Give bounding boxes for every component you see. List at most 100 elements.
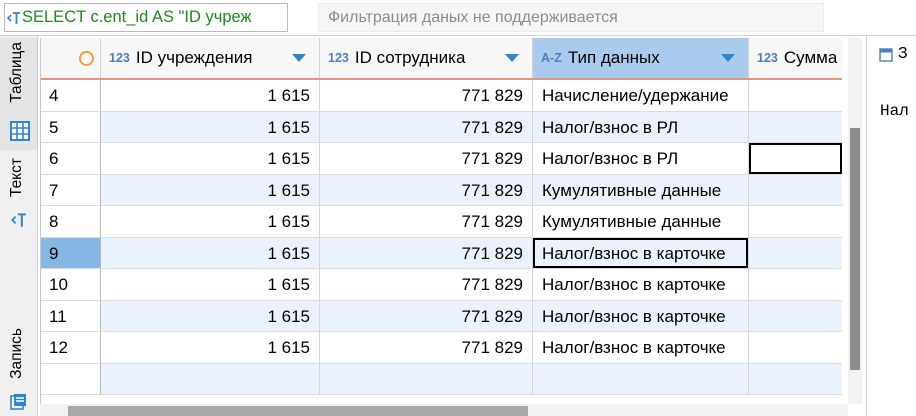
cell-sum[interactable] (749, 332, 842, 364)
cell-employee-id[interactable]: 771 829 (320, 143, 533, 175)
result-grid: 123 ID учреждения 123 ID сотрудника A-Z … (40, 38, 842, 404)
row-number-cell[interactable]: 6 (41, 143, 101, 175)
empty-row (41, 363, 842, 395)
cell-employee-id[interactable]: 771 829 (320, 80, 533, 112)
cell-data-type[interactable]: Налог/взнос в карточке (533, 300, 749, 332)
cell-institution-id[interactable]: 1 615 (101, 300, 320, 332)
window-icon (879, 48, 893, 62)
empty-cell (101, 363, 320, 395)
type-badge: 123 (328, 51, 349, 65)
cell-data-type[interactable]: Налог/взнос в карточке (533, 269, 749, 301)
value-panel: З Нал (866, 36, 916, 416)
cell-employee-id[interactable]: 771 829 (320, 332, 533, 364)
row-number-cell[interactable]: 9 (41, 237, 101, 269)
circle-icon (79, 51, 94, 66)
column-header-institution-id[interactable]: 123 ID учреждения (101, 38, 320, 78)
cell-data-type[interactable]: Кумулятивные данные (533, 206, 749, 238)
row-number-cell[interactable]: 10 (41, 269, 101, 301)
row-number-cell[interactable]: 5 (41, 111, 101, 143)
cell-sum[interactable] (749, 112, 842, 143)
cell-data-type[interactable]: Кумулятивные данные (533, 174, 749, 206)
cell-employee-id[interactable]: 771 829 (320, 269, 533, 301)
row-number-cell[interactable]: 12 (41, 332, 101, 364)
cell-institution-id[interactable]: 1 615 (101, 237, 320, 269)
tab-text-label[interactable]: Текст (8, 158, 26, 197)
query-text: SELECT c.ent_id AS "ID учреж (22, 8, 252, 26)
type-badge: A-Z (541, 51, 562, 65)
table-row[interactable]: 71 615 771 829 Кумулятивные данные (41, 174, 842, 206)
triangle-down-icon[interactable] (292, 54, 306, 62)
cell-institution-id[interactable]: 1 615 (101, 206, 320, 238)
vertical-scroll-thumb[interactable] (850, 128, 860, 370)
cell-institution-id[interactable]: 1 615 (101, 80, 320, 112)
column-label: ID сотрудника (354, 48, 466, 67)
empty-cell (749, 364, 842, 395)
table-row[interactable]: 61 615 771 829 Налог/взнос в РЛ (41, 143, 842, 175)
cell-data-type[interactable]: Налог/взнос в карточке (533, 332, 749, 364)
filter-input[interactable]: Фильтрация даных не поддерживается (318, 3, 824, 32)
tab-table-label[interactable]: Таблица (8, 42, 26, 103)
cell-institution-id[interactable]: 1 615 (101, 332, 320, 364)
cell-sum[interactable] (749, 80, 842, 112)
triangle-down-icon[interactable] (721, 54, 735, 62)
cell-data-type[interactable]: Налог/взнос в карточке (533, 237, 749, 269)
cell-sum[interactable] (749, 238, 842, 269)
query-toolbar: SELECT c.ent_id AS "ID учреж Фильтрация … (0, 0, 916, 36)
type-badge: 123 (109, 51, 130, 65)
table-row[interactable]: 11 1 615 771 829 Налог/взнос в карточке (41, 300, 842, 332)
table-row[interactable]: 51 615 771 829 Налог/взнос в РЛ (41, 111, 842, 143)
grid-header: 123 ID учреждения 123 ID сотрудника A-Z … (41, 38, 842, 80)
record-icon[interactable] (10, 393, 28, 411)
column-label: Сумма (783, 48, 838, 67)
column-header-employee-id[interactable]: 123 ID сотрудника (320, 38, 533, 78)
table-row[interactable]: 81 615 771 829 Кумулятивные данные (41, 206, 842, 238)
cell-sum[interactable] (749, 301, 842, 332)
cell-employee-id[interactable]: 771 829 (320, 237, 533, 269)
triangle-down-icon[interactable] (505, 54, 519, 62)
column-header-sum[interactable]: 123 Сумма (749, 38, 842, 78)
cell-employee-id[interactable]: 771 829 (320, 206, 533, 238)
table-row[interactable]: 10 1 615 771 829 Налог/взнос в карточке (41, 269, 842, 301)
row-number-cell[interactable]: 4 (41, 80, 101, 112)
cell-sum[interactable] (749, 175, 842, 206)
row-number-cell[interactable]: 7 (41, 174, 101, 206)
column-header-data-type[interactable]: A-Z Тип данных (533, 38, 749, 78)
cell-employee-id[interactable]: 771 829 (320, 174, 533, 206)
horizontal-scroll-thumb[interactable] (68, 406, 528, 416)
cell-sum[interactable] (749, 269, 842, 301)
horizontal-scrollbar[interactable] (40, 404, 848, 416)
table-row[interactable]: 41 615 771 829 Начисление/удержание (41, 80, 842, 112)
row-number-cell[interactable]: 11 (41, 300, 101, 332)
cell-data-type[interactable]: Налог/взнос в РЛ (533, 111, 749, 143)
row-number-header[interactable] (41, 38, 101, 78)
empty-cell (533, 363, 749, 395)
value-panel-text[interactable]: Нал (880, 102, 909, 120)
cell-sum[interactable] (749, 206, 842, 238)
cell-institution-id[interactable]: 1 615 (101, 269, 320, 301)
text-mode-icon (7, 12, 20, 24)
cell-institution-id[interactable]: 1 615 (101, 174, 320, 206)
cell-institution-id[interactable]: 1 615 (101, 111, 320, 143)
cell-employee-id[interactable]: 771 829 (320, 111, 533, 143)
column-label: Тип данных (567, 48, 660, 67)
view-mode-tabs: Таблица Текст Запись (0, 36, 38, 416)
empty-cell (41, 363, 101, 395)
query-text-box[interactable]: SELECT c.ent_id AS "ID учреж (4, 3, 288, 32)
value-panel-title[interactable]: З (898, 45, 908, 63)
tab-record-label[interactable]: Запись (8, 328, 26, 379)
table-row[interactable]: 91 615 771 829 Налог/взнос в карточке (41, 237, 842, 269)
cell-data-type[interactable]: Начисление/удержание (533, 80, 749, 112)
cell-sum[interactable] (749, 143, 842, 175)
empty-cell (320, 363, 533, 395)
cell-employee-id[interactable]: 771 829 (320, 300, 533, 332)
table-row[interactable]: 12 1 615 771 829 Налог/взнос в карточке (41, 332, 842, 364)
cell-data-type[interactable]: Налог/взнос в РЛ (533, 143, 749, 175)
grid-rows: 41 615 771 829 Начисление/удержание 5 1 615 7… (41, 80, 842, 395)
cell-institution-id[interactable]: 1 615 (101, 143, 320, 175)
text-mode-icon[interactable] (10, 211, 28, 229)
row-number-cell[interactable]: 8 (41, 206, 101, 238)
vertical-scrollbar[interactable] (848, 38, 862, 404)
column-label: ID учреждения (135, 48, 253, 67)
filter-placeholder: Фильтрация даных не поддерживается (328, 9, 618, 26)
grid-icon[interactable] (10, 121, 30, 141)
